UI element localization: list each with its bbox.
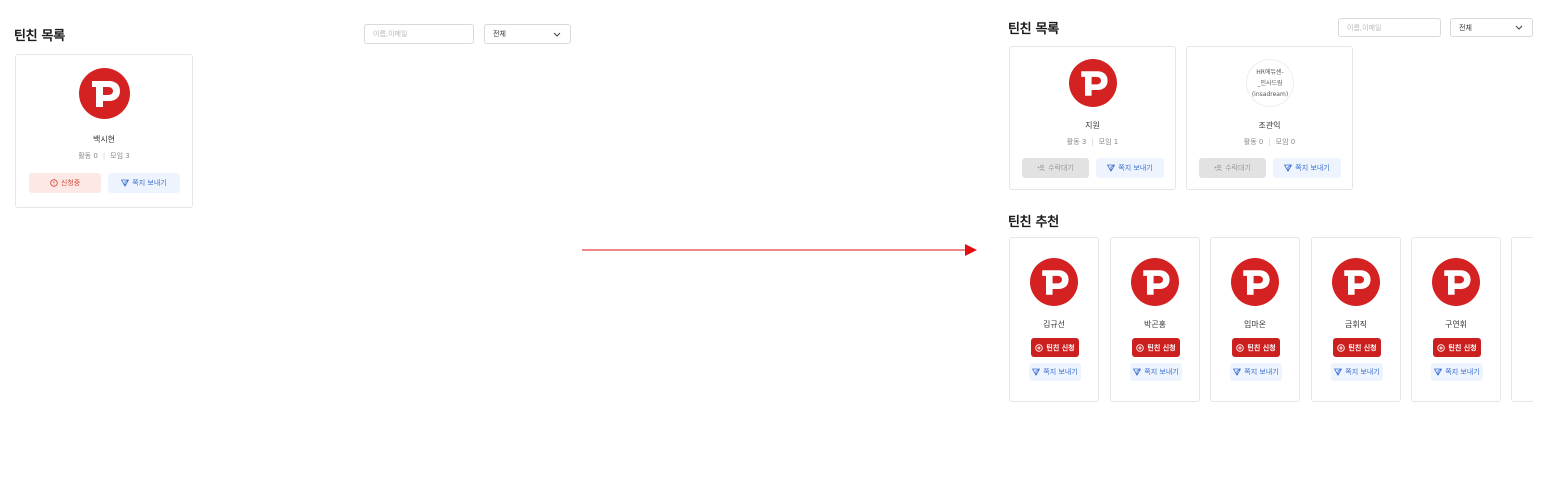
user-plus-icon bbox=[1037, 164, 1045, 172]
chevron-down-icon bbox=[1514, 23, 1524, 33]
plus-circle-icon bbox=[1136, 343, 1145, 352]
send-icon bbox=[1133, 368, 1142, 376]
friend-name: 백시현 bbox=[92, 135, 116, 144]
friends-list-title: 틴친 목록 bbox=[14, 29, 65, 44]
friend-stats: 활동 3 | 모임 1 bbox=[1066, 138, 1119, 146]
apply-friend-button[interactable]: 틴친 신청 bbox=[1333, 338, 1381, 357]
friend-name: 김규선 bbox=[1042, 320, 1066, 329]
filter-select[interactable]: 전체 bbox=[1450, 18, 1533, 37]
friend-name: 지원 bbox=[1085, 121, 1100, 130]
awaiting-acceptance-button[interactable]: 수락대기 bbox=[1022, 158, 1089, 178]
send-icon bbox=[1334, 368, 1343, 376]
friend-stats: 활동 0 | 모임 0 bbox=[1243, 138, 1296, 146]
friend-card: 백시현 활동 0 | 모임 3 신청중 쪽지 보내기 bbox=[15, 54, 193, 208]
friend-card: HR에듀센- _인사드림 (insadream) 조관익 활동 0 | 모임 0 수… bbox=[1186, 46, 1353, 190]
avatar[interactable] bbox=[1432, 258, 1480, 306]
friend-recommendation-title: 틴친 추천 bbox=[1008, 215, 1059, 230]
friend-name: 구연휘 bbox=[1444, 320, 1468, 329]
p-logo-icon bbox=[1243, 270, 1270, 295]
apply-friend-button[interactable]: 틴친 신청 bbox=[1433, 338, 1481, 357]
send-message-button[interactable]: 쪽지 보내기 bbox=[1130, 363, 1182, 381]
apply-friend-button[interactable]: 틴친 신청 bbox=[1132, 338, 1180, 357]
search-input[interactable]: 이름,이메일 bbox=[364, 24, 474, 44]
send-icon bbox=[1107, 164, 1116, 172]
friends-list-title: 틴친 목록 bbox=[1008, 22, 1059, 37]
avatar[interactable] bbox=[1030, 258, 1078, 306]
friend-name: 임마온 bbox=[1243, 320, 1267, 329]
apply-friend-button[interactable]: 틴친 신청 bbox=[1232, 338, 1280, 357]
filter-value: 전체 bbox=[1459, 23, 1472, 32]
avatar[interactable] bbox=[1069, 59, 1117, 107]
p-logo-icon bbox=[1444, 270, 1471, 295]
recommendation-card-clipped bbox=[1511, 237, 1533, 403]
recommendation-card: 임마온틴친 신청쪽지 보내기 bbox=[1210, 237, 1300, 402]
avatar[interactable] bbox=[1131, 258, 1179, 306]
avatar[interactable] bbox=[1231, 258, 1279, 306]
plus-circle-icon bbox=[1337, 343, 1346, 352]
p-logo-icon bbox=[1143, 270, 1170, 295]
recommendation-card: 금휘직틴친 신청쪽지 보내기 bbox=[1311, 237, 1401, 402]
friend-name: 조관익 bbox=[1258, 121, 1281, 130]
awaiting-acceptance-button[interactable]: 수락대기 bbox=[1199, 158, 1266, 178]
friend-stats: 활동 0 | 모임 3 bbox=[78, 152, 130, 160]
send-message-button[interactable]: 쪽지 보내기 bbox=[1273, 158, 1341, 178]
search-input[interactable]: 이름,이메일 bbox=[1338, 18, 1441, 37]
p-logo-icon bbox=[1081, 71, 1108, 96]
friend-name: 금휘직 bbox=[1344, 320, 1368, 329]
avatar[interactable] bbox=[1332, 258, 1380, 306]
send-message-button[interactable]: 쪽지 보내기 bbox=[1331, 363, 1383, 381]
user-plus-icon bbox=[1214, 164, 1222, 172]
send-icon bbox=[1284, 164, 1293, 172]
arrow-right-icon bbox=[582, 244, 977, 256]
plus-circle-icon bbox=[1437, 343, 1446, 352]
send-message-button[interactable]: 쪽지 보내기 bbox=[108, 173, 180, 193]
apply-friend-button[interactable]: 틴친 신청 bbox=[1031, 338, 1079, 357]
send-icon bbox=[1233, 368, 1242, 376]
avatar-label: HR에듀센- _인사드림 (insadream) bbox=[1251, 68, 1289, 98]
send-icon bbox=[1434, 368, 1443, 376]
chevron-down-icon bbox=[552, 29, 562, 39]
recommendation-card: 김규선틴친 신청쪽지 보내기 bbox=[1009, 237, 1099, 402]
filter-value: 전체 bbox=[493, 30, 506, 38]
plus-circle-icon bbox=[1236, 343, 1245, 352]
recommendation-card: 구연휘틴친 신청쪽지 보내기 bbox=[1411, 237, 1501, 402]
send-message-button[interactable]: 쪽지 보내기 bbox=[1096, 158, 1164, 178]
pending-button[interactable]: 신청중 bbox=[29, 173, 101, 193]
send-message-button[interactable]: 쪽지 보내기 bbox=[1431, 363, 1483, 381]
send-icon bbox=[121, 179, 130, 187]
send-message-button[interactable]: 쪽지 보내기 bbox=[1029, 363, 1081, 381]
plus-circle-icon bbox=[1035, 343, 1044, 352]
send-icon bbox=[1032, 368, 1041, 376]
friend-name: 박곤홍 bbox=[1143, 320, 1167, 329]
p-logo-icon bbox=[1344, 270, 1371, 295]
avatar[interactable]: HR에듀센- _인사드림 (insadream) bbox=[1246, 59, 1294, 107]
alert-circle-icon bbox=[50, 179, 58, 187]
friend-card: 지원 활동 3 | 모임 1 수락대기 쪽지 보내기 bbox=[1009, 46, 1176, 190]
send-message-button[interactable]: 쪽지 보내기 bbox=[1230, 363, 1282, 381]
p-logo-icon bbox=[1042, 270, 1069, 295]
recommendation-card: 박곤홍틴친 신청쪽지 보내기 bbox=[1110, 237, 1200, 402]
p-logo-icon bbox=[92, 81, 120, 107]
filter-select[interactable]: 전체 bbox=[484, 24, 571, 44]
avatar[interactable] bbox=[79, 68, 130, 119]
